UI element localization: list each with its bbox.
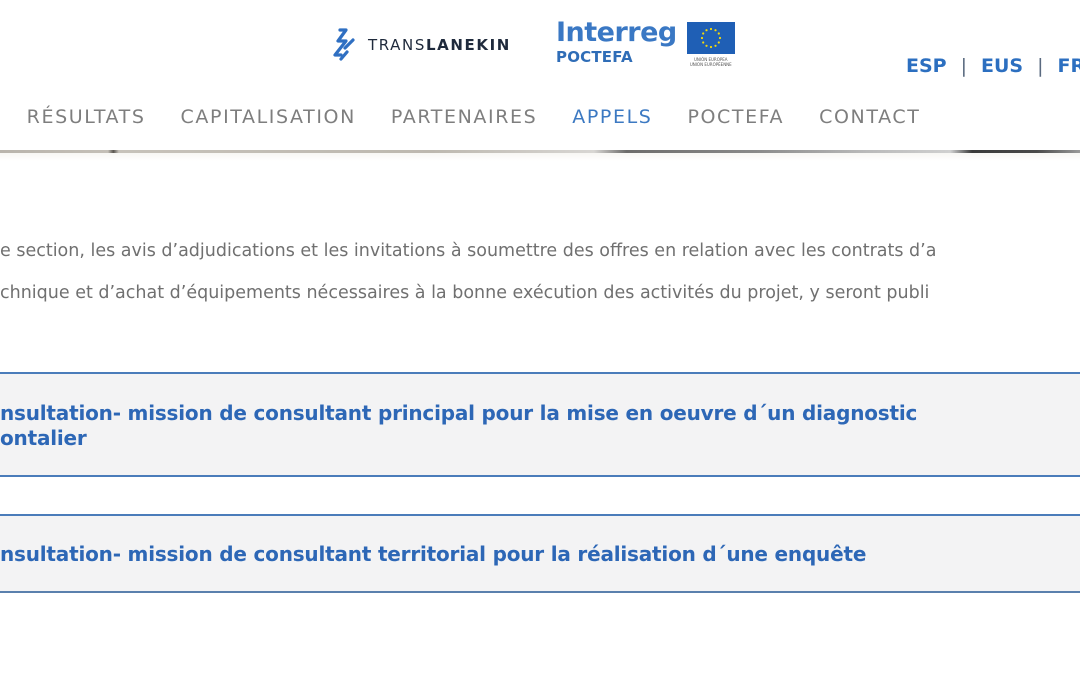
eu-flag-icon [686,22,735,54]
nav-item-partenaires[interactable]: PARTENAIRES [391,104,537,130]
intro-paragraph: e section, les avis d’adjudications et l… [0,230,1080,314]
call-title-line-1: nsultation- mission de consultant princi… [0,401,918,425]
eu-stars-icon [700,27,721,49]
call-title: nsultation- mission de consultant princi… [0,401,1080,451]
interreg-poctefa-logo[interactable]: Interreg POCTEFA UNIÓN EUROPEA UNION EUR… [556,18,735,67]
language-esp[interactable]: ESP [906,55,947,77]
language-separator: | [960,55,967,77]
interreg-wordmark: Interreg POCTEFA [556,17,677,67]
interreg-title: Interreg [556,17,677,48]
call-title-line-1: nsultation- mission de consultant territ… [0,542,867,566]
call-accordion-item[interactable]: nsultation- mission de consultant territ… [0,514,1080,593]
call-title: nsultation- mission de consultant territ… [0,542,1080,567]
nav-item-poctefa[interactable]: POCTEFA [687,104,784,130]
page: TRANSLANEKIN Interreg POCTEFA UNIÓN EURO… [0,0,1080,675]
language-switcher: ESP | EUS | FR [906,55,1080,77]
nav-item-resultats[interactable]: RÉSULTATS [27,104,146,130]
eu-caption: UNIÓN EUROPEA UNION EUROPÉENNE [690,57,732,67]
main-nav: S RÉSULTATS CAPITALISATION PARTENAIRES A… [0,104,955,130]
language-eus[interactable]: EUS [981,55,1023,77]
call-accordion-item[interactable]: nsultation- mission de consultant princi… [0,372,1080,477]
wordmark-light: TRANS [368,36,426,54]
poctefa-subtitle: POCTEFA [556,48,633,66]
nav-item-capitalisation[interactable]: CAPITALISATION [181,104,356,130]
call-title-line-2: ontalier [0,426,87,450]
translanekin-logo-icon [333,28,355,61]
language-separator: | [1037,55,1044,77]
eu-caption-line-2: UNION EUROPÉENNE [689,62,732,67]
intro-line-1: e section, les avis d’adjudications et l… [0,241,937,261]
nav-item-appels[interactable]: APPELS [572,104,652,130]
translanekin-logo[interactable]: TRANSLANEKIN [333,28,511,62]
nav-item-contact[interactable]: CONTACT [819,104,920,130]
hero-shadow [0,153,1080,161]
wordmark-bold: LANEKIN [425,36,511,54]
intro-line-2: chnique et d’achat d’équipements nécessa… [0,283,930,303]
language-fr[interactable]: FR [1058,55,1080,77]
translanekin-wordmark: TRANSLANEKIN [368,36,511,54]
eu-emblem: UNIÓN EUROPEA UNION EUROPÉENNE [686,22,735,67]
